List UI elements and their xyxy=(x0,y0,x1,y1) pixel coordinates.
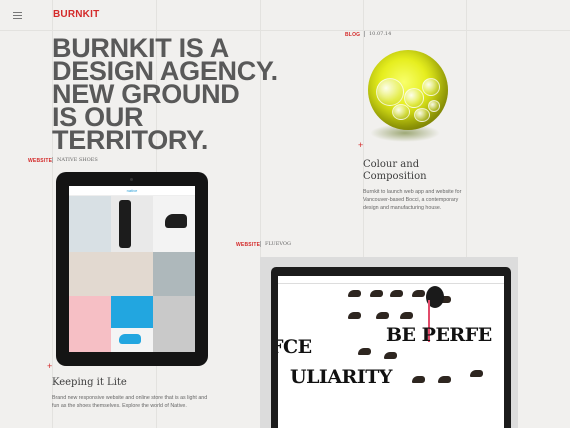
native-tag[interactable]: WEBSITE xyxy=(28,158,52,164)
native-client: NATIVE SHOES xyxy=(52,157,98,163)
blog-tag[interactable]: BLOG xyxy=(345,32,360,38)
native-excerpt: Brand new responsive website and online … xyxy=(52,395,208,409)
fluevog-screen: FCE BE PERFE ULIARITY xyxy=(278,276,504,428)
blog-image[interactable] xyxy=(362,48,452,148)
grid-line xyxy=(0,30,570,31)
native-ipad-image[interactable]: native xyxy=(56,172,208,366)
fluevog-client: FLUEVOG xyxy=(260,241,291,247)
fluevog-image[interactable]: FCE BE PERFE ULIARITY xyxy=(260,257,518,428)
hamburger-icon[interactable] xyxy=(13,12,22,19)
blog-title[interactable]: Colour and Composition xyxy=(363,159,463,183)
fluevog-screen-text: FCE xyxy=(278,336,312,358)
native-screen-brand: native xyxy=(69,186,195,196)
fluevog-screen-text: ULIARITY xyxy=(290,366,392,388)
hero-line: IS OUR TERRITORY. xyxy=(52,102,209,155)
native-screen: native xyxy=(69,186,195,352)
blog-title-line: Composition xyxy=(363,171,427,182)
hero-heading: BURNKIT IS A DESIGN AGENCY. NEW GROUND I… xyxy=(52,35,282,155)
blog-date: 10.07.14 xyxy=(364,31,391,37)
fluevog-tag[interactable]: WEBSITE xyxy=(236,242,260,248)
blog-excerpt: Burnkit to launch web app and website fo… xyxy=(363,189,462,211)
plus-icon: + xyxy=(47,361,53,371)
native-title[interactable]: Keeping it Lite xyxy=(52,377,127,388)
fluevog-screen-text: BE PERFE xyxy=(386,324,492,346)
plus-icon: + xyxy=(358,140,364,150)
blog-title-line: Colour and xyxy=(363,159,420,170)
logo[interactable]: BURNKIT xyxy=(53,9,99,20)
